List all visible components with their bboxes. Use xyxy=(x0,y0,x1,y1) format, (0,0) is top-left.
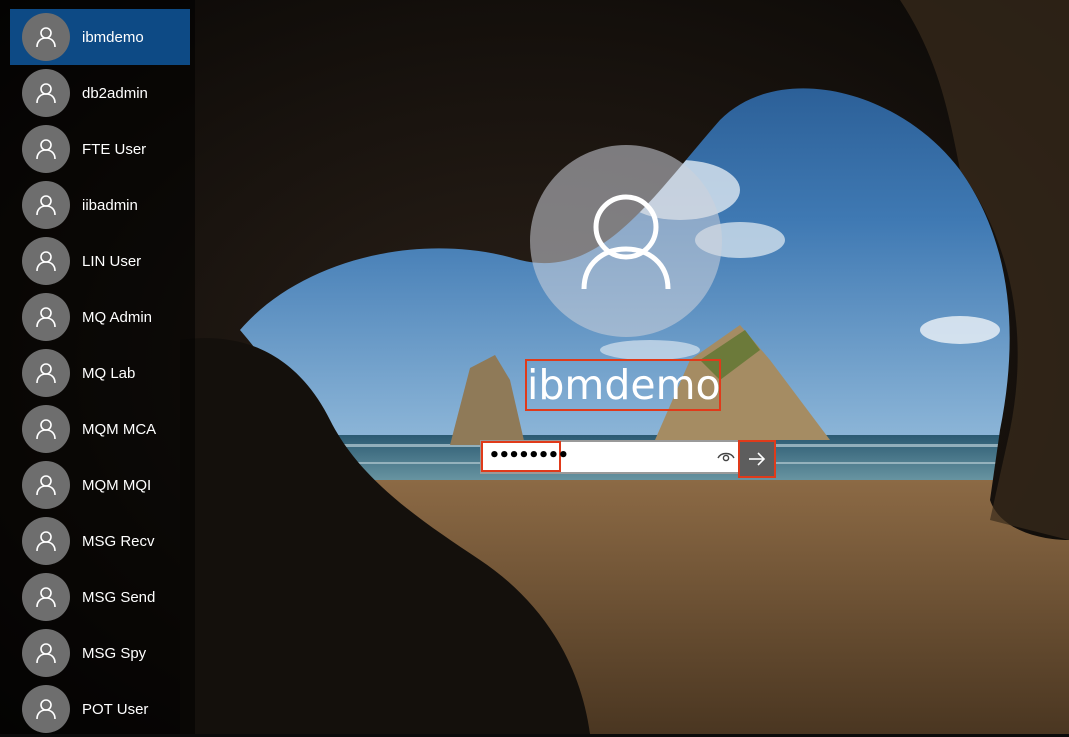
avatar xyxy=(22,461,70,509)
user-item[interactable]: FTE User xyxy=(10,121,190,177)
user-name: MSG Send xyxy=(82,588,156,606)
user-name: LIN User xyxy=(82,252,142,270)
user-item[interactable]: LIN User xyxy=(10,233,190,289)
avatar xyxy=(22,573,70,621)
avatar xyxy=(22,125,70,173)
user-item[interactable]: ibmdemo xyxy=(10,9,190,65)
user-icon xyxy=(36,251,56,272)
user-item[interactable]: MSG Send xyxy=(10,569,190,625)
submit-button[interactable] xyxy=(738,440,776,478)
user-avatar-large xyxy=(530,145,722,337)
user-item[interactable]: MQ Lab xyxy=(10,345,190,401)
user-item[interactable]: MQM MCA xyxy=(10,401,190,457)
avatar xyxy=(22,13,70,61)
user-name: POT User xyxy=(82,700,149,718)
avatar xyxy=(22,293,70,341)
user-icon xyxy=(36,363,56,384)
arrow-right-icon xyxy=(749,452,766,466)
avatar xyxy=(22,349,70,397)
avatar xyxy=(22,69,70,117)
avatar xyxy=(22,181,70,229)
user-item[interactable]: MQ Admin xyxy=(10,289,190,345)
user-name: MSG Spy xyxy=(82,644,147,662)
user-icon xyxy=(36,643,56,664)
user-icon xyxy=(36,195,56,216)
avatar xyxy=(22,629,70,677)
avatar xyxy=(22,237,70,285)
password-input-value[interactable]: •••••••• xyxy=(481,441,569,472)
user-name: iibadmin xyxy=(82,196,138,214)
user-name: db2admin xyxy=(82,84,148,102)
user-icon xyxy=(36,307,56,328)
user-name: MSG Recv xyxy=(82,532,155,550)
eye-icon[interactable] xyxy=(716,449,736,465)
user-item[interactable]: db2admin xyxy=(10,65,190,121)
user-item[interactable]: POT User xyxy=(10,681,190,737)
user-icon xyxy=(36,587,56,608)
user-name: MQ Admin xyxy=(82,308,153,326)
user-item[interactable]: MSG Recv xyxy=(10,513,190,569)
user-item[interactable]: iibadmin xyxy=(10,177,190,233)
user-item[interactable]: MQM MQI xyxy=(10,457,190,513)
avatar xyxy=(22,405,70,453)
user-icon xyxy=(36,531,56,552)
user-name: MQM MQI xyxy=(82,476,152,494)
user-icon xyxy=(581,194,671,290)
user-name: ibmdemo xyxy=(82,28,144,46)
user-name: MQ Lab xyxy=(82,364,136,382)
username-label: ibmdemo xyxy=(525,359,721,411)
user-name: FTE User xyxy=(82,140,147,158)
user-item[interactable]: MSG Spy xyxy=(10,625,190,681)
user-name: MQM MCA xyxy=(82,420,157,438)
user-icon xyxy=(36,419,56,440)
user-list: ibmdemo db2admin FTE User iibadmin LIN User M… xyxy=(10,9,190,737)
user-icon xyxy=(36,27,56,48)
user-icon xyxy=(36,475,56,496)
user-icon xyxy=(36,83,56,104)
avatar xyxy=(22,517,70,565)
avatar xyxy=(22,685,70,733)
user-icon xyxy=(36,699,56,720)
user-icon xyxy=(36,139,56,160)
